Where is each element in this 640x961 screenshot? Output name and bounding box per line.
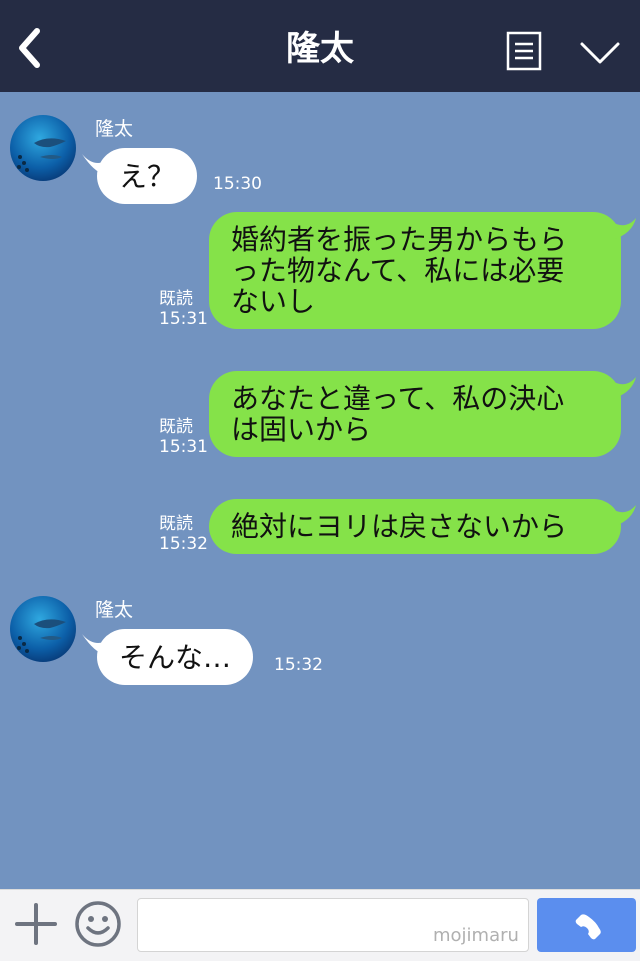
message-time: 15:32 [159,534,208,554]
bubble-tail [612,377,636,399]
expand-button[interactable] [578,36,622,68]
message-meta: 既読 15:31 [159,417,208,457]
read-receipt: 既読 [159,289,193,309]
bubble-tail [612,505,636,527]
smiley-icon [75,901,121,947]
chat-title: 隆太 [286,29,354,69]
plus-icon [15,903,57,945]
call-button[interactable] [537,898,636,952]
chevron-down-icon [580,42,620,64]
message-bubble-outgoing[interactable]: 婚約者を振った男からもら った物なんて、私には必要 ないし [209,212,621,329]
contact-photo-icon [10,596,76,662]
message-bubble-incoming[interactable]: そんな… [97,629,254,685]
message-text: そんな… [119,640,232,674]
phone-icon [575,914,601,940]
message-line: は固いから [231,413,372,446]
add-button[interactable] [14,902,58,946]
avatar[interactable] [10,596,76,662]
message-line: ないし [231,285,316,318]
read-receipt: 既読 [159,417,193,437]
message-time: 15:31 [159,309,208,329]
emoji-button[interactable] [74,900,122,948]
message-line: った物なんて、私には必要 [231,254,565,287]
message-time: 15:30 [213,174,262,194]
sender-name: 隆太 [95,118,134,140]
sender-name: 隆太 [95,599,134,621]
message-line: あなたと違って、私の決心 [231,382,565,415]
message-bubble-incoming[interactable]: え？ [97,148,198,204]
chat-area[interactable]: 隆太 え？ 15:30 既読 15:31 婚約者を振った男からもら った物なんて… [0,92,640,889]
message-time: 15:32 [274,655,323,675]
document-list-icon [506,31,542,71]
message-bubble-outgoing[interactable]: 絶対にヨリは戻さないから [209,499,621,554]
message-line: 絶対にヨリは戻さないから [231,510,568,543]
bubble-tail [612,218,636,240]
message-meta: 既読 15:31 [159,289,208,329]
input-bar: mojimaru [0,889,640,961]
message-meta: 既読 15:32 [159,514,208,554]
message-text: え？ [119,159,176,193]
watermark-text: mojimaru [433,925,519,946]
message-time: 15:31 [159,437,208,457]
header-bar: 隆太 [0,0,640,92]
avatar[interactable] [10,115,76,181]
message-bubble-outgoing[interactable]: あなたと違って、私の決心 は固いから [209,371,621,457]
contact-photo-icon [10,115,76,181]
menu-button[interactable] [506,31,542,71]
read-receipt: 既読 [159,514,193,534]
message-line: 婚約者を振った男からもら [231,223,568,256]
